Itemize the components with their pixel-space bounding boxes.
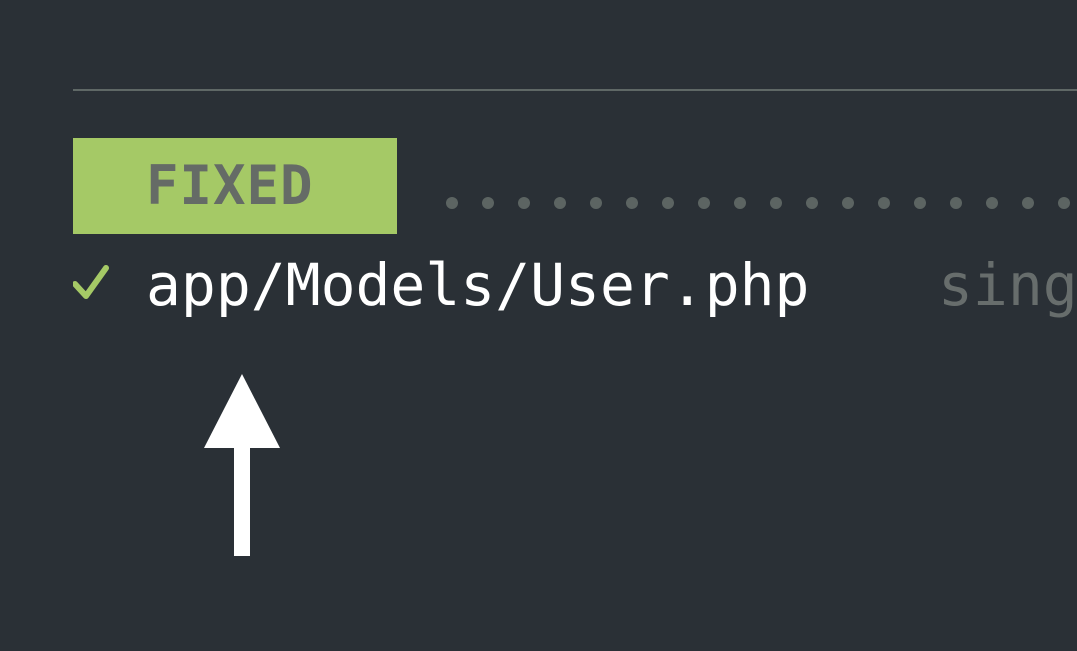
leader-dot [842,197,854,209]
leader-dot [986,197,998,209]
leader-dot [482,197,494,209]
arrow-up-icon [204,374,280,556]
leader-dot [518,197,530,209]
status-badge: FIXED [73,138,397,234]
leader-dot [446,197,458,209]
leader-dot [914,197,926,209]
leader-dot [626,197,638,209]
leader-dot [950,197,962,209]
leader-dot [590,197,602,209]
leader-dot [770,197,782,209]
leader-dot [698,197,710,209]
leader-dot [734,197,746,209]
check-icon [73,265,109,299]
status-label: FIXED [146,154,314,217]
rule-name: sing [938,251,1077,319]
leader-dot [1058,197,1070,209]
leader-dots [440,197,1077,211]
file-path: app/Models/User.php [146,251,810,319]
terminal-output: FIXED app/Models/User.php sing [0,0,1077,651]
leader-dot [554,197,566,209]
divider [73,89,1077,91]
leader-dot [1022,197,1034,209]
leader-dot [878,197,890,209]
leader-dot [806,197,818,209]
leader-dot [662,197,674,209]
